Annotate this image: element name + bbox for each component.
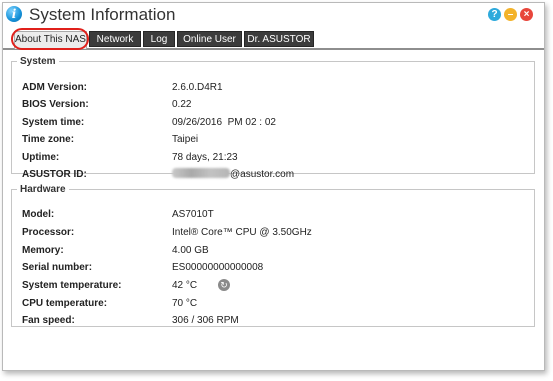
tab-bar: About This NAS Network Log Online User D… <box>3 28 544 50</box>
system-time-value: 09/26/2016 PM 02 : 02 <box>172 117 276 128</box>
hardware-section: Hardware Model: AS7010T Processor: Intel… <box>11 184 535 327</box>
serial-number-value: ES00000000000008 <box>172 262 264 273</box>
time-zone-label: Time zone: <box>22 134 75 145</box>
info-icon: i <box>6 6 22 22</box>
adm-version-label: ADM Version: <box>22 82 88 93</box>
hardware-section-title: Hardware <box>20 184 66 195</box>
info-row-asustor-id: ASUSTOR ID: @asustor.com <box>12 168 532 182</box>
info-row-processor: Processor: Intel® Core™ CPU @ 3.50GHz <box>12 226 532 240</box>
asustor-id-value: @asustor.com <box>172 168 294 182</box>
adm-version-value: 2.6.0.D4R1 <box>172 82 223 93</box>
tab-dr-asustor[interactable]: Dr. ASUSTOR <box>244 31 314 47</box>
redacted-username <box>172 168 230 178</box>
serial-number-label: Serial number: <box>22 262 93 273</box>
bios-version-label: BIOS Version: <box>22 99 89 110</box>
model-label: Model: <box>22 209 55 220</box>
tab-online-user[interactable]: Online User <box>177 31 242 47</box>
close-icon[interactable]: × <box>520 8 533 21</box>
info-row-cpu-temperature: CPU temperature: 70 °C <box>12 297 532 311</box>
processor-value: Intel® Core™ CPU @ 3.50GHz <box>172 227 312 238</box>
info-row-model: Model: AS7010T <box>12 208 532 222</box>
info-row-memory: Memory: 4.00 GB <box>12 244 532 258</box>
uptime-value: 78 days, 21:23 <box>172 152 238 163</box>
window-title: System Information <box>29 5 176 24</box>
info-row-serial-number: Serial number: ES00000000000008 <box>12 261 532 275</box>
uptime-label: Uptime: <box>22 152 60 163</box>
fan-speed-value: 306 / 306 RPM <box>172 315 239 326</box>
fan-speed-label: Fan speed: <box>22 315 75 326</box>
minimize-icon[interactable]: – <box>504 8 517 21</box>
info-row-system-temperature: System temperature: 42 °C ↻ <box>12 279 532 293</box>
system-section: System ADM Version: 2.6.0.D4R1 BIOS Vers… <box>11 56 535 180</box>
system-time-label: System time: <box>22 117 85 128</box>
info-row-fan-speed: Fan speed: 306 / 306 RPM <box>12 314 532 328</box>
info-row-adm-version: ADM Version: 2.6.0.D4R1 <box>12 81 532 95</box>
cpu-temperature-value: 70 °C <box>172 298 198 309</box>
info-row-uptime: Uptime: 78 days, 21:23 <box>12 151 532 165</box>
bios-version-value: 0.22 <box>172 99 192 110</box>
info-row-time-zone: Time zone: Taipei <box>12 133 532 147</box>
temperature-info-icon[interactable]: ↻ <box>218 279 230 291</box>
processor-label: Processor: <box>22 227 75 238</box>
model-value: AS7010T <box>172 209 214 220</box>
tab-network[interactable]: Network <box>89 31 141 47</box>
title-bar: i System Information ? – × <box>3 3 544 27</box>
system-section-title: System <box>20 56 56 67</box>
memory-value: 4.00 GB <box>172 245 209 256</box>
asustor-id-domain: @asustor.com <box>230 169 295 180</box>
system-temperature-value: 42 °C <box>172 280 198 291</box>
system-temperature-label: System temperature: <box>22 280 122 291</box>
tab-about-this-nas[interactable]: About This NAS <box>14 31 87 49</box>
info-row-bios-version: BIOS Version: 0.22 <box>12 98 532 112</box>
memory-label: Memory: <box>22 245 64 256</box>
time-zone-value: Taipei <box>172 134 199 145</box>
cpu-temperature-label: CPU temperature: <box>22 298 108 309</box>
asustor-id-label: ASUSTOR ID: <box>22 169 87 180</box>
tab-log[interactable]: Log <box>143 31 175 47</box>
help-icon[interactable]: ? <box>488 8 501 21</box>
info-row-system-time: System time: 09/26/2016 PM 02 : 02 <box>12 116 532 130</box>
system-information-window: i System Information ? – × About This NA… <box>2 2 545 371</box>
